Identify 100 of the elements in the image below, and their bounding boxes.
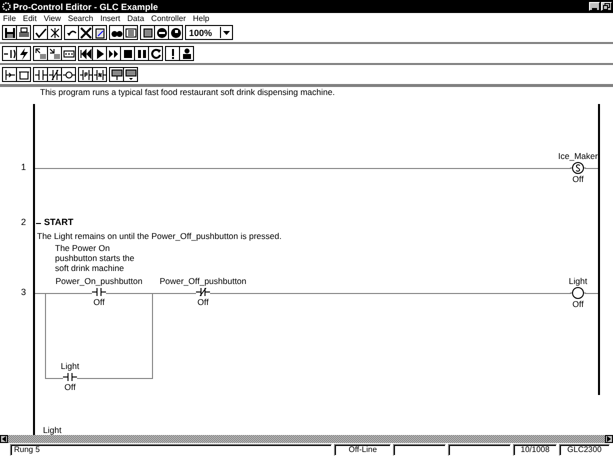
stop-sign-icon — [156, 26, 168, 38]
scroll-right-icon — [607, 436, 611, 442]
undo-button[interactable] — [64, 25, 79, 40]
rung-number: 3 — [20, 287, 26, 297]
closed-contact-symbol — [196, 287, 210, 297]
menu-item[interactable]: Edit — [22, 14, 37, 22]
set-coil-symbol — [570, 162, 586, 174]
lightning-icon — [18, 48, 30, 60]
status-label: Off — [572, 299, 584, 309]
block-icon — [110, 68, 122, 80]
rewind-button[interactable] — [78, 46, 93, 61]
pause-button[interactable] — [134, 46, 149, 61]
app-icon — [2, 2, 11, 11]
branch-box-button[interactable] — [16, 67, 31, 82]
scroll-left-icon — [2, 436, 6, 442]
header-dash — [36, 223, 42, 224]
tag-label: Ice_Maker — [558, 150, 598, 162]
save-button[interactable] — [2, 25, 17, 40]
n-contact-icon — [94, 68, 106, 80]
stop-icon — [122, 48, 134, 60]
contact-symbol — [92, 287, 106, 297]
p-circle-icon — [170, 26, 182, 38]
cut-button[interactable] — [78, 25, 93, 40]
status-panel — [393, 444, 446, 456]
status-label: Off — [197, 297, 209, 307]
save-icon — [4, 26, 16, 38]
status-label: Off — [572, 174, 584, 184]
rewind-icon — [80, 48, 92, 60]
check-icon — [34, 26, 46, 38]
status-mode: Off-Line — [334, 444, 392, 456]
menu-item[interactable]: File — [3, 14, 16, 22]
menu-item[interactable]: View — [44, 14, 61, 22]
program-description: This program runs a typical fast food restaurant soft drink dispensing machine. — [40, 87, 335, 97]
restore-icon — [603, 3, 610, 10]
window-title: Pro-Control Editor - GLC Example — [13, 2, 160, 12]
dropdown-arrow-icon — [223, 30, 230, 34]
status-panel — [448, 444, 512, 456]
block-button[interactable] — [109, 67, 124, 82]
contact-button[interactable] — [33, 67, 48, 82]
status-model: GLC2300 — [558, 444, 610, 456]
cut-icon — [80, 26, 92, 38]
status-position: 10/1008 — [513, 444, 557, 456]
zoom-combo[interactable]: 100% — [185, 25, 234, 40]
stop-button[interactable] — [120, 46, 135, 61]
n-contact-button[interactable] — [92, 67, 107, 82]
status-label: Off — [64, 382, 76, 392]
rung-number: 1 — [20, 162, 26, 172]
branch-box-icon — [18, 68, 30, 80]
paste-icon — [94, 26, 106, 38]
menu-item[interactable]: Data — [127, 14, 144, 22]
person-button[interactable] — [179, 46, 194, 61]
tag-label: Light — [43, 424, 62, 436]
nc-contact-button[interactable] — [47, 67, 62, 82]
play-button[interactable] — [92, 46, 107, 61]
pause-icon — [136, 48, 148, 60]
stop-sign-button[interactable] — [154, 25, 169, 40]
rung-comment: The Light remains on until the Power_Off_pushbutton is pressed. — [37, 231, 282, 241]
refresh-icon — [150, 48, 162, 60]
p-contact-button[interactable] — [78, 67, 93, 82]
menu-item[interactable]: Help — [192, 14, 210, 22]
tag-label: Light — [60, 360, 80, 372]
menu-item[interactable]: Insert — [100, 14, 120, 22]
menu-item[interactable]: Controller — [151, 14, 186, 22]
coil-icon — [62, 68, 74, 80]
horizontal-scrollbar[interactable] — [0, 435, 613, 443]
nc-contact-icon — [48, 68, 60, 80]
rung-title: START — [44, 217, 74, 227]
exclamation-button[interactable] — [165, 46, 180, 61]
p-circle-button[interactable] — [168, 25, 183, 40]
minimize-button[interactable] — [589, 2, 600, 11]
upload-button[interactable] — [47, 46, 62, 61]
p-contact-icon — [80, 68, 92, 80]
download-button[interactable] — [33, 46, 48, 61]
find-button[interactable] — [109, 25, 124, 40]
paste-button[interactable] — [92, 25, 107, 40]
status-label: Off — [93, 297, 105, 307]
download-icon — [34, 48, 46, 60]
tag-label: Power_Off_pushbutton — [160, 275, 246, 287]
restore-button[interactable] — [601, 2, 612, 11]
replace-icon — [124, 26, 136, 38]
refresh-button[interactable] — [148, 46, 163, 61]
menu-item[interactable]: Search — [68, 14, 94, 22]
replace-button[interactable] — [123, 25, 138, 40]
fast-forward-icon — [108, 48, 120, 60]
block-down-button[interactable] — [123, 67, 138, 82]
print-button[interactable] — [16, 25, 31, 40]
fast-forward-button[interactable] — [106, 46, 121, 61]
contact-symbol — [63, 372, 77, 382]
coil-button[interactable] — [61, 67, 76, 82]
check-button[interactable] — [33, 25, 48, 40]
tag-label: Light — [568, 275, 588, 287]
block-down-icon — [124, 68, 136, 80]
rung-note: The Power On pushbutton starts the soft drink machine — [55, 243, 134, 273]
upload-icon — [48, 48, 60, 60]
zoom-value: 100% — [188, 28, 214, 38]
person-icon — [180, 48, 192, 60]
status-rung: Rung 5 — [10, 444, 332, 456]
tag-label: Power_On_pushbutton — [56, 275, 142, 287]
contact-icon — [34, 68, 46, 80]
lightning-button[interactable] — [16, 46, 31, 61]
